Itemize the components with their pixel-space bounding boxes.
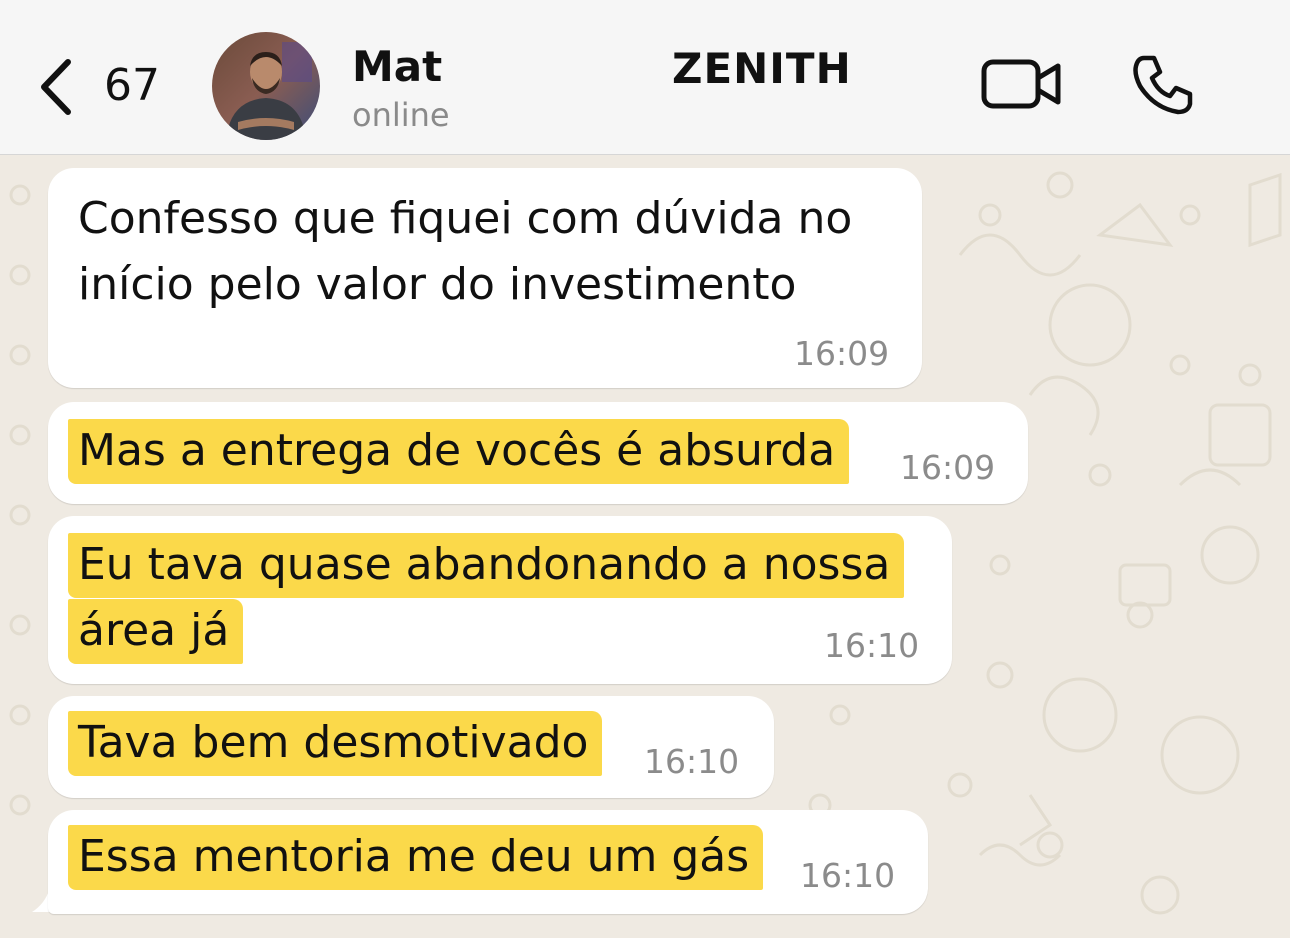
- message-time: 16:10: [644, 742, 740, 781]
- message-bubble[interactable]: Tava bem desmotivado 16:10: [48, 696, 774, 798]
- message-time: 16:09: [900, 448, 996, 487]
- message-text: início pelo valor do investimento: [78, 259, 797, 310]
- message-text: área já: [68, 599, 244, 664]
- message-bubble[interactable]: Essa mentoria me deu um gás 16:10: [48, 810, 928, 914]
- message-text: Tava bem desmotivado: [68, 711, 603, 776]
- message-bubble[interactable]: Confesso que fiquei com dúvida no início…: [48, 168, 922, 388]
- contact-name[interactable]: Mat: [352, 42, 442, 91]
- message-bubble[interactable]: Eu tava quase abandonando a nossa área j…: [48, 516, 952, 684]
- message-bubble[interactable]: Mas a entrega de vocês é absurda 16:09: [48, 402, 1028, 504]
- phone-icon[interactable]: [1130, 52, 1196, 118]
- message-text: Confesso que fiquei com dúvida no: [78, 193, 853, 244]
- chat-header: 67 Mat online ZENITH: [0, 0, 1290, 155]
- message-text: Mas a entrega de vocês é absurda: [68, 419, 850, 484]
- contact-status: online: [352, 96, 450, 134]
- message-text: Eu tava quase abandonando a nossa: [68, 533, 905, 598]
- chevron-left-icon[interactable]: [36, 56, 76, 118]
- message-text: Essa mentoria me deu um gás: [68, 825, 764, 890]
- message-time: 16:10: [800, 856, 896, 895]
- message-time: 16:09: [794, 334, 890, 373]
- video-camera-icon[interactable]: [980, 56, 1062, 112]
- brand-label: ZENITH: [672, 44, 852, 93]
- message-time: 16:10: [824, 626, 920, 665]
- unread-count[interactable]: 67: [104, 60, 160, 111]
- avatar[interactable]: [212, 32, 320, 140]
